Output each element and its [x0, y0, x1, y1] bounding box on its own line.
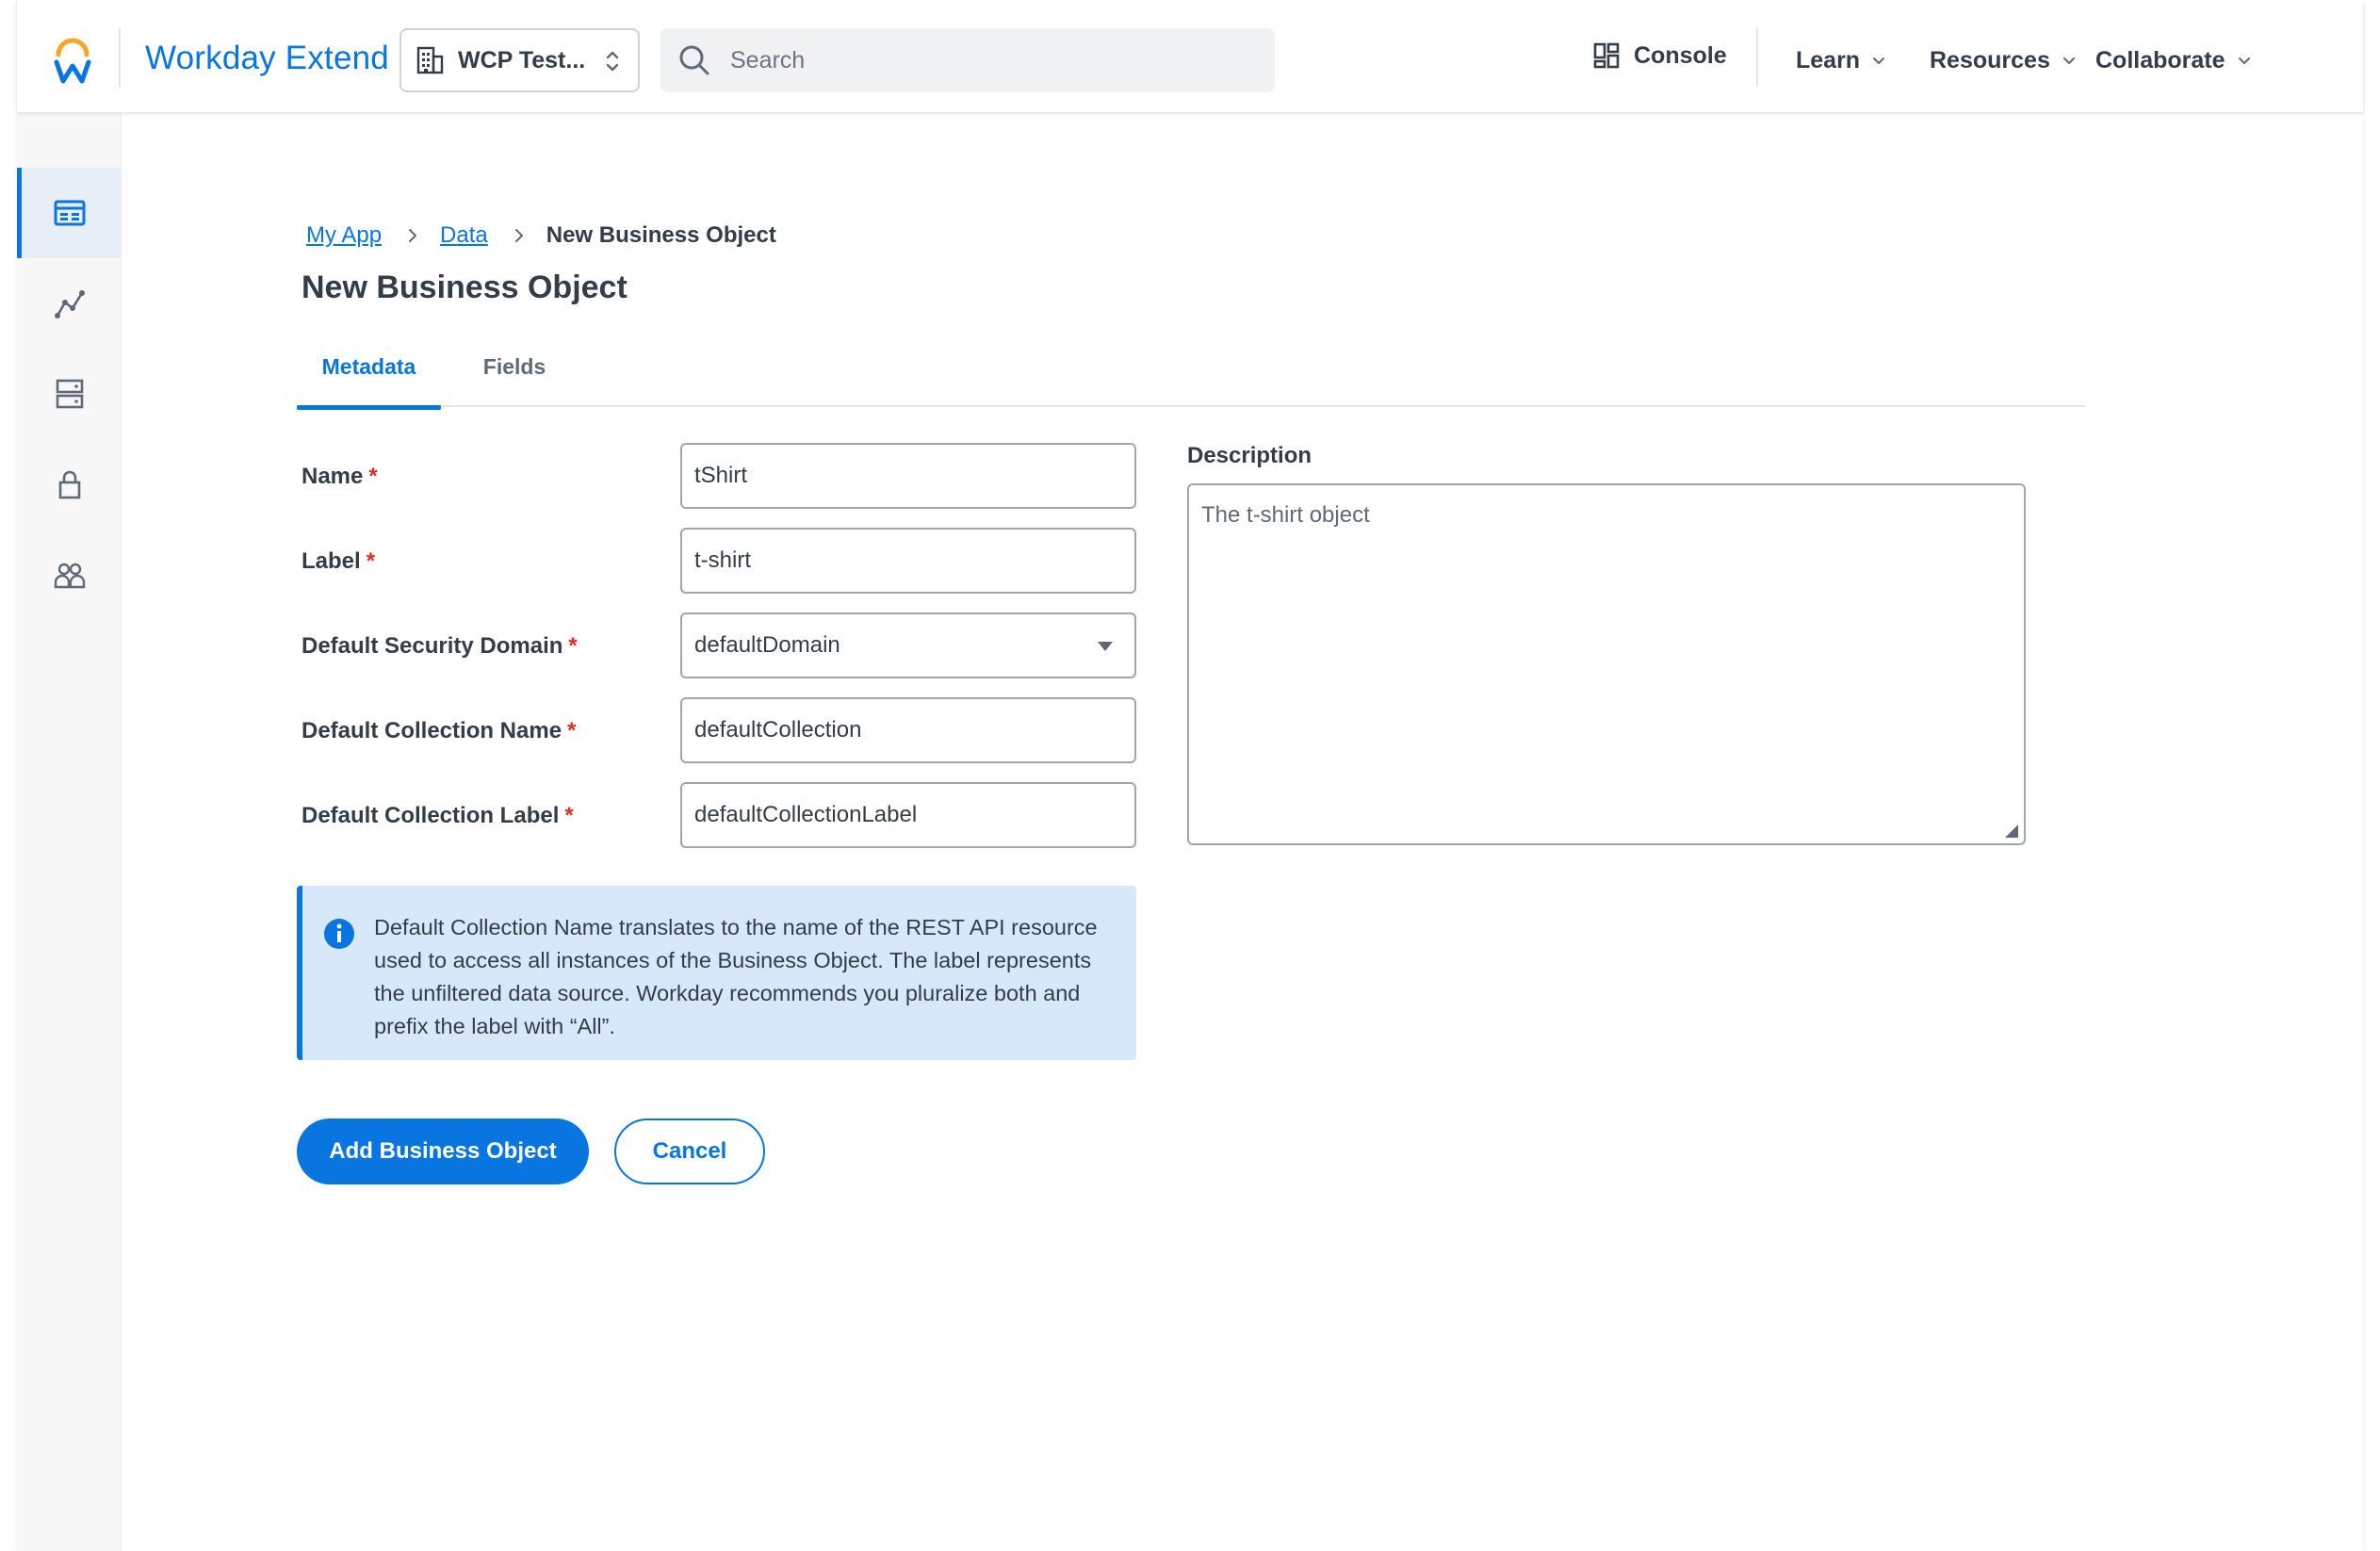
- brand-title[interactable]: Workday Extend: [145, 40, 389, 77]
- sidebar-item-analytics[interactable]: [17, 258, 122, 349]
- sidebar-item-app[interactable]: [17, 168, 122, 258]
- collection-name-label-text: Default Collection Name: [302, 718, 562, 743]
- caret-down-icon: [1098, 642, 1113, 651]
- nav-resources[interactable]: Resources: [1930, 47, 2077, 74]
- server-icon: [56, 379, 83, 409]
- name-label: Name *: [302, 464, 378, 490]
- name-field[interactable]: [680, 443, 1136, 509]
- search-bar[interactable]: [660, 28, 1275, 92]
- breadcrumb-link-my-app[interactable]: My App: [306, 222, 382, 249]
- collection-name-label: Default Collection Name *: [302, 718, 576, 744]
- security-domain-value: defaultDomain: [694, 632, 840, 658]
- sidebar-item-security[interactable]: [17, 439, 122, 530]
- add-business-object-button[interactable]: Add Business Object: [297, 1118, 589, 1184]
- tab-bar: Metadata Fields: [297, 351, 2085, 410]
- top-bar: Workday Extend WCP Test... Search Consol…: [17, 0, 2363, 113]
- grid-icon: [1592, 41, 1621, 70]
- page-title: New Business Object: [302, 269, 628, 305]
- chevron-up-down-icon: [604, 47, 621, 75]
- search-input[interactable]: [730, 46, 1258, 74]
- workday-logo-icon[interactable]: [53, 38, 92, 85]
- console-label: Console: [1634, 41, 1727, 69]
- sidebar-item-data[interactable]: [17, 349, 122, 439]
- chevron-down-icon: [1873, 57, 1885, 64]
- collection-name-input[interactable]: [694, 717, 1109, 743]
- info-banner: Default Collection Name translates to th…: [297, 886, 1136, 1060]
- required-marker: *: [366, 548, 376, 574]
- chevron-down-icon: [2238, 57, 2250, 64]
- nav-divider: [1756, 28, 1758, 87]
- analytics-icon: [54, 290, 85, 318]
- required-marker: *: [368, 464, 378, 489]
- chevron-right-icon: [409, 229, 417, 242]
- nav-collaborate[interactable]: Collaborate: [2095, 47, 2252, 74]
- breadcrumb-current: New Business Object: [546, 222, 776, 248]
- nav-resources-label: Resources: [1930, 47, 2050, 73]
- collection-name-field[interactable]: [680, 697, 1136, 763]
- collection-label-label-text: Default Collection Label: [302, 803, 560, 828]
- label-label-text: Label: [302, 548, 361, 574]
- label-label: Label *: [302, 548, 375, 575]
- required-marker: *: [568, 633, 578, 659]
- console-link[interactable]: Console: [1592, 41, 1727, 70]
- chevron-down-icon: [2062, 57, 2075, 64]
- collection-label-input[interactable]: [694, 802, 1109, 828]
- lock-icon: [58, 470, 80, 499]
- breadcrumb: My App Data New Business Object: [306, 222, 776, 249]
- info-icon: [324, 919, 354, 949]
- tab-metadata[interactable]: Metadata: [297, 351, 441, 410]
- search-icon: [677, 43, 711, 77]
- description-textarea[interactable]: The t-shirt object: [1189, 485, 2024, 843]
- sidebar-item-people[interactable]: [17, 530, 122, 620]
- security-domain-label: Default Security Domain *: [302, 633, 578, 660]
- label-input[interactable]: [694, 547, 1109, 574]
- cancel-button[interactable]: Cancel: [614, 1118, 765, 1184]
- info-text: Default Collection Name translates to th…: [374, 915, 1098, 1038]
- name-input[interactable]: [694, 463, 1109, 489]
- app-data-icon: [54, 200, 85, 226]
- collection-label-label: Default Collection Label *: [302, 803, 574, 829]
- breadcrumb-link-data[interactable]: Data: [440, 222, 488, 249]
- tab-fields[interactable]: Fields: [472, 351, 557, 407]
- label-field[interactable]: [680, 528, 1136, 594]
- description-label: Description: [1187, 443, 1312, 468]
- required-marker: *: [567, 718, 577, 743]
- nav-learn[interactable]: Learn: [1796, 47, 1886, 74]
- chevron-right-icon: [514, 229, 523, 242]
- building-icon: [415, 45, 445, 75]
- description-field[interactable]: The t-shirt object: [1187, 483, 2026, 845]
- name-label-text: Name: [302, 464, 364, 489]
- users-icon: [54, 563, 85, 589]
- tenant-switcher[interactable]: WCP Test...: [399, 28, 640, 92]
- nav-collaborate-label: Collaborate: [2095, 47, 2225, 73]
- resize-grip-icon[interactable]: [2005, 824, 2018, 838]
- security-domain-select[interactable]: defaultDomain: [680, 612, 1136, 678]
- nav-learn-label: Learn: [1796, 47, 1861, 73]
- logo-divider: [119, 28, 121, 87]
- tenant-label: WCP Test...: [458, 46, 586, 73]
- collection-label-field[interactable]: [680, 782, 1136, 848]
- sidebar: [17, 113, 122, 1551]
- required-marker: *: [564, 803, 574, 828]
- security-domain-label-text: Default Security Domain: [302, 633, 563, 659]
